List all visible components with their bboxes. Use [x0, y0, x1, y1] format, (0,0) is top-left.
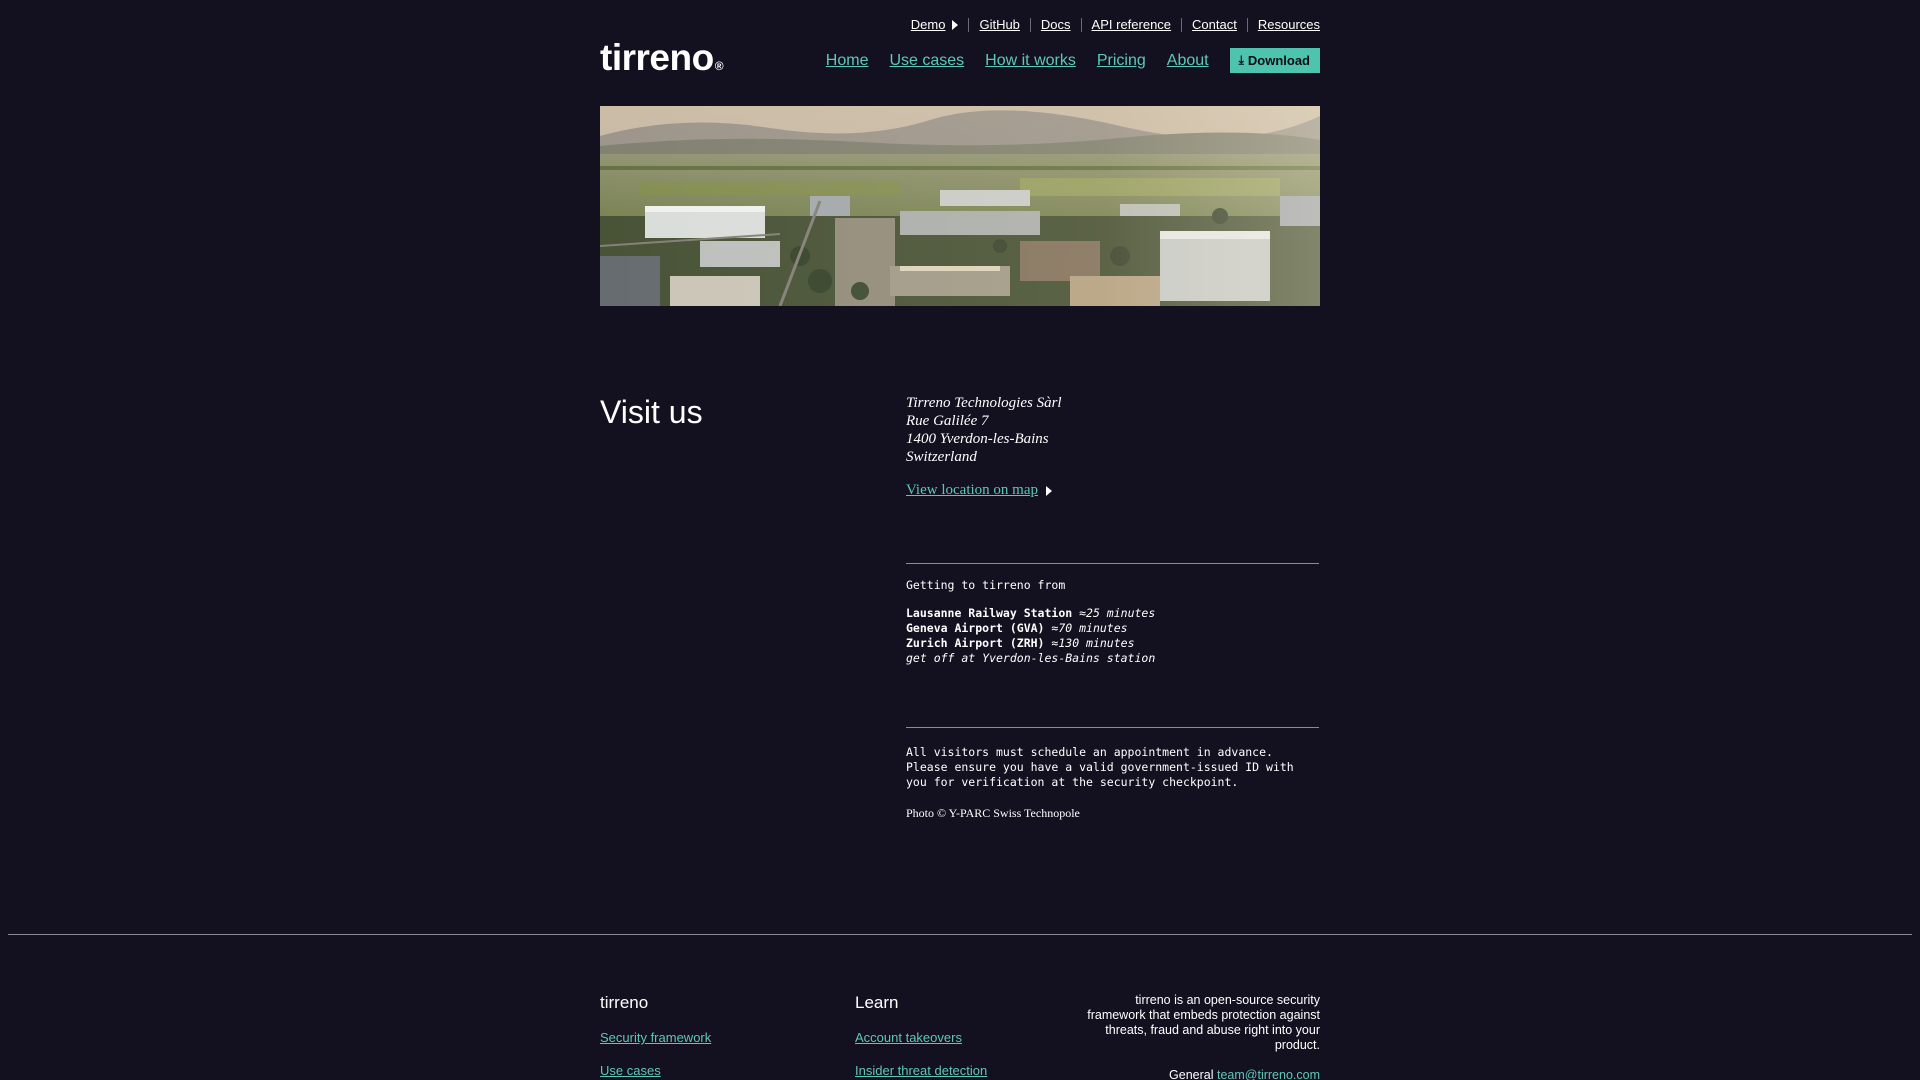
route-item: Lausanne Railway Station ≈25 minutes: [906, 606, 1155, 621]
route-time: ≈130 minutes: [1051, 636, 1135, 650]
nav-home-link[interactable]: Home: [826, 52, 869, 70]
route-place: Geneva Airport (GVA): [906, 621, 1045, 635]
topnav-resources-link[interactable]: Resources: [1246, 18, 1320, 32]
footer-security-framework-link[interactable]: Security framework: [600, 1030, 711, 1045]
view-location-on-map-link[interactable]: View location on map: [906, 482, 1038, 499]
footer-divider: [8, 934, 1912, 935]
top-utility-nav: Demo GitHub Docs API reference Contact R…: [911, 18, 1320, 32]
download-button-label: Download: [1247, 53, 1310, 68]
notice-line: All visitors must schedule an appointmen…: [906, 745, 1273, 759]
route-time: ≈25 minutes: [1079, 606, 1156, 620]
section-divider: [906, 727, 1319, 728]
topnav-contact-link[interactable]: Contact: [1181, 18, 1247, 32]
nav-pricing-link[interactable]: Pricing: [1097, 52, 1146, 70]
brand-logo[interactable]: tirreno®: [600, 37, 724, 86]
footer-learn-title: Learn: [855, 993, 899, 1012]
hero-aerial-photo: [600, 106, 1320, 306]
topnav-demo-label: Demo: [910, 17, 946, 32]
nav-how-it-works-link[interactable]: How it works: [985, 52, 1076, 70]
notice-line: Please ensure you have a valid governmen…: [906, 760, 1294, 774]
routes-list: Lausanne Railway Station ≈25 minutes Gen…: [906, 606, 1155, 666]
topnav-api-reference-link[interactable]: API reference: [1080, 18, 1182, 32]
view-map-link-row: View location on map: [906, 482, 1052, 499]
caret-right-icon: [952, 20, 959, 30]
route-item: Geneva Airport (GVA) ≈70 minutes: [906, 621, 1155, 636]
footer-general-contact: General team@tirreno.com: [1169, 1068, 1320, 1080]
caret-right-icon: [1045, 485, 1052, 496]
address-line: Switzerland: [906, 449, 977, 465]
topnav-github-link[interactable]: GitHub: [968, 18, 1029, 32]
footer-account-takeovers-link[interactable]: Account takeovers: [855, 1030, 962, 1045]
page: Demo GitHub Docs API reference Contact R…: [0, 0, 1920, 1080]
route-time: ≈70 minutes: [1051, 621, 1128, 635]
registered-mark: ®: [714, 59, 724, 73]
address-line: Rue Galilée 7: [906, 413, 989, 429]
nav-use-cases-link[interactable]: Use cases: [889, 52, 964, 70]
getting-to-heading: Getting to tirreno from: [906, 578, 1066, 592]
topnav-demo-link[interactable]: Demo: [911, 18, 969, 32]
main-nav: Home Use cases How it works Pricing Abou…: [826, 48, 1320, 73]
visit-us-heading: Visit us: [600, 394, 703, 430]
nav-about-link[interactable]: About: [1167, 52, 1209, 70]
download-icon: ⤓: [1238, 53, 1244, 67]
footer-email-link[interactable]: team@tirreno.com: [1217, 1068, 1320, 1080]
footer-brand-title: tirreno: [600, 993, 649, 1012]
address-line: Tirreno Technologies Sàrl: [906, 395, 1062, 411]
brand-logo-text: tirreno: [600, 37, 714, 78]
address-block: Tirreno Technologies Sàrl Rue Galilée 7 …: [906, 394, 1062, 466]
footer-use-cases-link[interactable]: Use cases: [600, 1063, 661, 1078]
topnav-docs-link[interactable]: Docs: [1029, 18, 1081, 32]
section-divider: [906, 563, 1319, 564]
route-place: Zurich Airport (ZRH): [906, 636, 1045, 650]
footer-about-text: tirreno is an open-source security frame…: [1087, 993, 1320, 1052]
general-label: General: [1169, 1068, 1214, 1080]
route-note: get off at Yverdon-les-Bains station: [906, 651, 1156, 665]
download-button[interactable]: ⤓ Download: [1229, 48, 1320, 73]
route-place: Lausanne Railway Station: [906, 606, 1073, 620]
address-line: 1400 Yverdon-les-Bains: [906, 431, 1049, 447]
visitor-notice: All visitors must schedule an appointmen…: [906, 745, 1326, 790]
photo-credit: Photo © Y-PARC Swiss Technopole: [906, 806, 1080, 820]
route-item: Zurich Airport (ZRH) ≈130 minutes: [906, 636, 1155, 651]
footer-insider-threat-link[interactable]: Insider threat detection: [855, 1063, 987, 1078]
notice-line: you for verification at the security che…: [906, 775, 1239, 789]
